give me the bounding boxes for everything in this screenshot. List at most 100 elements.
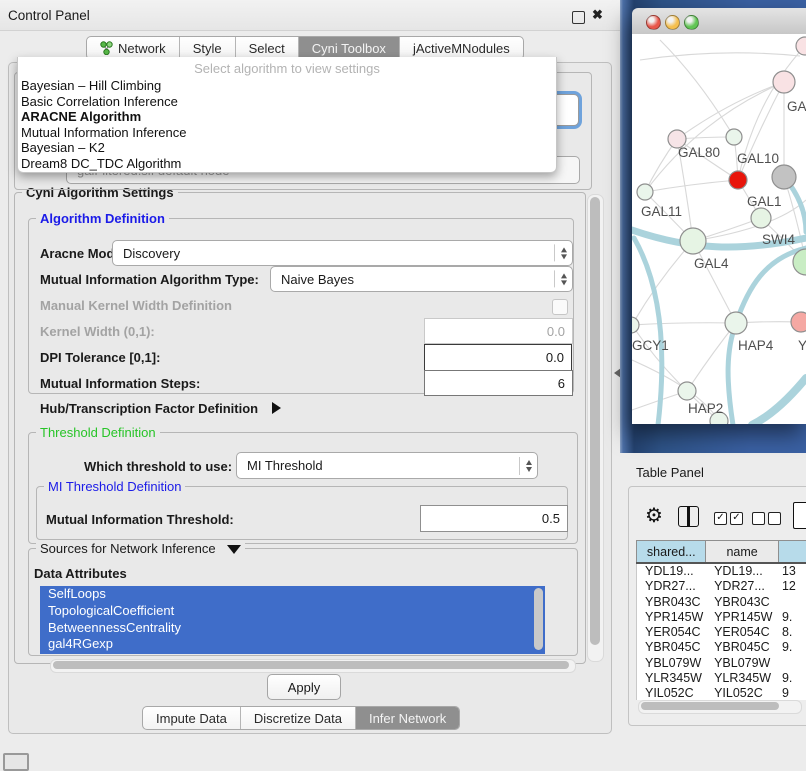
gcy1-node[interactable] xyxy=(632,317,639,333)
table-row[interactable]: YBL079WYBL079W xyxy=(637,656,806,671)
mi-threshold-input[interactable]: 0.5 xyxy=(420,505,568,532)
settings-vertical-scrollbar-thumb[interactable] xyxy=(590,197,600,645)
network-edge-highlighted[interactable] xyxy=(634,238,662,424)
table-horizontal-scrollbar[interactable] xyxy=(638,700,802,714)
tab-label: Infer Network xyxy=(369,711,446,726)
right-salmon-node[interactable] xyxy=(791,312,806,332)
table-cell: 9. xyxy=(778,671,806,686)
table-row[interactable]: YDR27...YDR27...12 xyxy=(637,579,806,594)
network-view[interactable]: GAL80GAL10GALGAL11GAL1SWI4GAL4GCY1HAP4YH… xyxy=(632,34,806,424)
kernel-width-label: Kernel Width (0,1): xyxy=(40,324,155,339)
algorithm-option[interactable]: Bayesian – K2 xyxy=(18,140,556,156)
network-edge[interactable] xyxy=(632,323,736,325)
network-edge[interactable] xyxy=(693,241,736,323)
tab-discretize-data[interactable]: Discretize Data xyxy=(240,707,355,729)
mi-steps-input[interactable]: 6 xyxy=(424,370,573,396)
close-panel-button[interactable]: ✖ xyxy=(592,7,603,23)
table-cell: YDL19... xyxy=(706,564,778,579)
hap4-node[interactable] xyxy=(725,312,747,334)
mi-type-label: Mutual Information Algorithm Type: xyxy=(40,272,259,287)
tab-jactivemnodules[interactable]: jActiveMNodules xyxy=(399,37,523,59)
tab-cyni-toolbox[interactable]: Cyni Toolbox xyxy=(298,37,399,59)
zoom-traffic-light[interactable] xyxy=(684,15,699,30)
attribute-item[interactable]: TopologicalCoefficient xyxy=(40,603,545,620)
apply-button[interactable]: Apply xyxy=(267,674,341,700)
aracne-mode-combo[interactable]: Discovery xyxy=(112,240,573,266)
hub-definition-label: Hub/Transcription Factor Definition xyxy=(40,401,258,416)
close-traffic-light[interactable] xyxy=(646,15,661,30)
red-node[interactable] xyxy=(729,171,747,189)
mi-type-combo[interactable]: Naive Bayes xyxy=(270,266,573,292)
tab-style[interactable]: Style xyxy=(179,37,235,59)
network-edge-highlighted[interactable] xyxy=(728,248,806,424)
tab-impute-data[interactable]: Impute Data xyxy=(143,707,240,729)
table-row[interactable]: YER054CYER054C8. xyxy=(637,625,806,640)
table-cell xyxy=(778,656,806,671)
gear-icon[interactable]: ⚙ xyxy=(645,503,663,528)
table-row[interactable]: YPR145WYPR145W9. xyxy=(637,610,806,625)
network-edge-highlighted[interactable] xyxy=(752,378,806,424)
sources-collapse-toggle[interactable]: Sources for Network Inference xyxy=(36,541,245,556)
algorithm-option[interactable]: Mutual Information Inference xyxy=(18,125,556,141)
column-header[interactable] xyxy=(778,541,806,562)
hap2-node[interactable] xyxy=(678,382,696,400)
kernel-width-input[interactable]: 0.0 xyxy=(424,318,573,344)
settings-horizontal-scrollbar[interactable] xyxy=(50,659,576,673)
table-row[interactable]: YBR043CYBR043C xyxy=(637,595,806,610)
algorithm-option[interactable]: Basic Correlation Inference xyxy=(18,94,556,110)
table-row[interactable]: YIL052CYIL052C9 xyxy=(637,686,806,700)
table-cell: YBL079W xyxy=(637,656,706,671)
tab-select[interactable]: Select xyxy=(235,37,298,59)
top-pink-node[interactable] xyxy=(773,71,795,93)
gray-node[interactable] xyxy=(772,165,796,189)
attribute-item[interactable]: gal4RGexp xyxy=(40,636,545,653)
column-header[interactable]: name xyxy=(705,541,777,562)
which-threshold-label: Which threshold to use: xyxy=(84,459,232,474)
table-row[interactable]: YBR045CYBR045C9. xyxy=(637,640,806,655)
columns-icon[interactable] xyxy=(678,506,699,527)
table-cell: 12 xyxy=(778,579,806,594)
attributes-scrollbar-thumb[interactable] xyxy=(534,588,543,650)
settings-horizontal-scrollbar-thumb[interactable] xyxy=(53,661,569,669)
deselect-all-icon[interactable] xyxy=(752,512,781,525)
minimize-traffic-light[interactable] xyxy=(665,15,680,30)
network-window-titlebar[interactable] xyxy=(632,8,806,35)
gal1-node[interactable] xyxy=(751,208,771,228)
top-green-node[interactable] xyxy=(726,129,742,145)
which-threshold-combo[interactable]: MI Threshold xyxy=(236,452,538,479)
algorithm-option[interactable]: Dream8 DC_TDC Algorithm xyxy=(18,156,556,172)
table-row[interactable]: YDL19...YDL19...13 xyxy=(637,564,806,579)
select-all-icon[interactable]: ✓✓ xyxy=(714,512,743,525)
table-row[interactable]: YLR345WYLR345W9. xyxy=(637,671,806,686)
network-canvas[interactable]: GAL80GAL10GALGAL11GAL1SWI4GAL4GCY1HAP4YH… xyxy=(632,34,806,424)
attribute-item[interactable]: BetweennessCentrality xyxy=(40,620,545,637)
network-window[interactable]: GAL80GAL10GALGAL11GAL1SWI4GAL4GCY1HAP4YH… xyxy=(632,8,806,424)
network-edge[interactable] xyxy=(645,180,738,192)
gal4-node[interactable] xyxy=(680,228,706,254)
tab-network[interactable]: Network xyxy=(87,37,179,59)
sources-title: Sources for Network Inference xyxy=(40,541,216,556)
table-cell: 13 xyxy=(778,564,806,579)
manual-kernel-checkbox[interactable] xyxy=(552,299,568,315)
table-cell: YBR043C xyxy=(637,595,706,610)
hub-definition-expander[interactable]: Hub/Transcription Factor Definition xyxy=(40,401,281,416)
table-horizontal-scrollbar-thumb[interactable] xyxy=(641,702,779,710)
table-cell: YDR27... xyxy=(706,579,778,594)
tab-label: Style xyxy=(193,41,222,56)
gal11-node[interactable] xyxy=(637,184,653,200)
float-window-button[interactable] xyxy=(572,11,585,24)
minimized-panel-icon[interactable] xyxy=(3,753,29,771)
corner-pink-node[interactable] xyxy=(796,37,806,55)
settings-vertical-scrollbar[interactable] xyxy=(587,194,604,662)
algorithm-option[interactable]: ARACNE Algorithm xyxy=(18,109,556,125)
document-icon[interactable] xyxy=(793,502,806,529)
algorithm-option[interactable]: Bayesian – Hill Climbing xyxy=(18,78,556,94)
dpi-tolerance-input[interactable]: 0.0 xyxy=(424,344,572,371)
column-header[interactable]: shared... xyxy=(636,541,705,562)
network-edge[interactable] xyxy=(640,53,800,60)
tab-infer-network[interactable]: Infer Network xyxy=(355,707,459,729)
network-edge[interactable] xyxy=(660,40,734,137)
data-attributes-list[interactable]: SelfLoopsTopologicalCoefficientBetweenne… xyxy=(40,586,545,654)
attribute-item[interactable]: SelfLoops xyxy=(40,586,545,603)
control-panel-titlebar xyxy=(0,0,620,31)
